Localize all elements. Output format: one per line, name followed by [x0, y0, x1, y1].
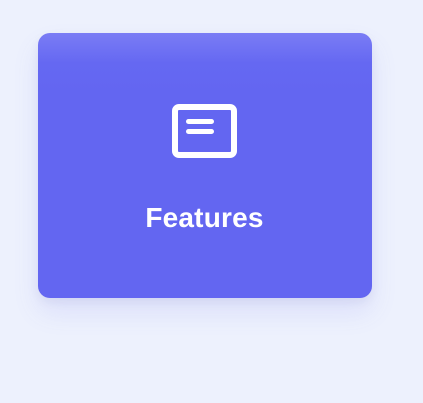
card-label: Features — [145, 202, 264, 233]
window-icon — [172, 104, 237, 158]
features-card[interactable] — [38, 33, 372, 298]
